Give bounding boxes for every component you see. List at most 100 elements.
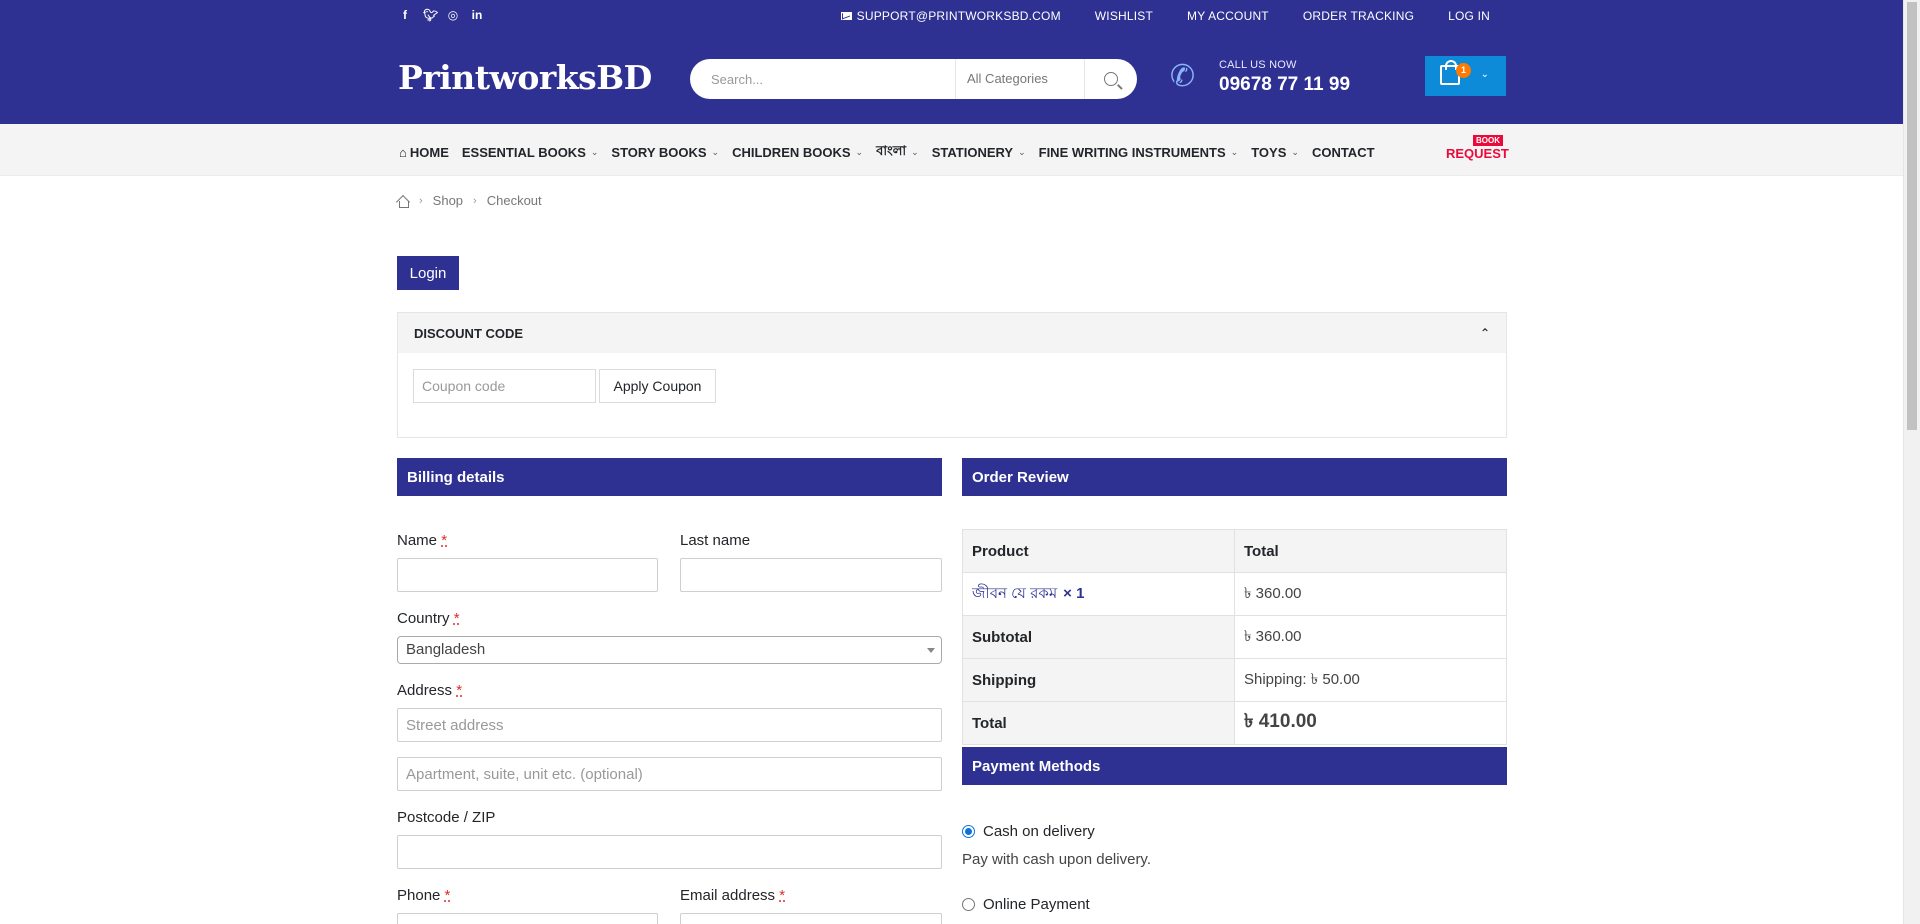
call-label: CALL US NOW (1219, 59, 1297, 71)
nav-home[interactable]: ⌂ HOME (399, 142, 449, 163)
discount-panel: DISCOUNT CODE ⌃ Apply Coupon (397, 312, 1507, 438)
name-label: Name * (397, 532, 447, 549)
nav-contact-label: CONTACT (1311, 145, 1375, 160)
chevron-up-icon[interactable]: ⌃ (1480, 326, 1490, 340)
postcode-field[interactable] (397, 835, 942, 869)
my-account-link[interactable]: MY ACCOUNT (1187, 9, 1269, 23)
scrollbar-thumb[interactable] (1907, 2, 1917, 430)
cod-radio[interactable] (962, 825, 975, 838)
last-name-label: Last name (680, 532, 751, 549)
instagram-icon[interactable]: ◎ (447, 8, 459, 22)
nav-children-books[interactable]: CHILDREN BOOKS ⌄ (732, 142, 863, 163)
address-label-text: Address (397, 682, 453, 699)
order-table: Product Total জীবন যে রকম × 1 ৳ 360.00 Su… (962, 529, 1507, 745)
street-address-field[interactable] (397, 708, 942, 742)
nav-essential-label: ESSENTIAL BOOKS (461, 145, 586, 160)
nav-home-label: HOME (409, 145, 449, 160)
subtotal-label: Subtotal (962, 615, 1235, 659)
mail-icon (840, 12, 852, 20)
name-label-text: Name (397, 532, 438, 549)
product-name[interactable]: জীবন যে রকম (972, 585, 1057, 602)
home-icon[interactable] (397, 195, 409, 208)
billing-details-header: Billing details (397, 458, 942, 496)
col-total: Total (1234, 529, 1507, 573)
chevron-down-icon: ⌄ (1291, 147, 1299, 157)
category-select[interactable]: All Categories (955, 59, 1085, 99)
table-row: Total ৳ 410.00 (962, 701, 1507, 745)
order-tracking-link[interactable]: ORDER TRACKING (1303, 9, 1414, 23)
search-bar: All Categories (690, 59, 1137, 99)
nav-essential-books[interactable]: ESSENTIAL BOOKS ⌄ (462, 142, 599, 163)
country-label-text: Country (397, 610, 450, 627)
nav-toys[interactable]: TOYS ⌄ (1251, 142, 1299, 163)
linkedin-icon[interactable]: in (471, 8, 483, 22)
table-header-row: Product Total (962, 529, 1507, 573)
phone-icon: ✆ (1170, 60, 1196, 93)
phone-label: Phone * (397, 887, 450, 904)
table-row: Subtotal ৳ 360.00 (962, 615, 1507, 659)
apartment-field[interactable] (397, 757, 942, 791)
total-value: ৳ 410.00 (1234, 701, 1507, 745)
required-star: * (444, 887, 451, 904)
coupon-input[interactable] (413, 369, 596, 403)
nav-contact[interactable]: CONTACT (1312, 142, 1375, 163)
search-button[interactable] (1085, 59, 1137, 99)
facebook-icon[interactable]: f (399, 8, 411, 22)
payment-option-cod[interactable]: Cash on delivery (962, 823, 1095, 840)
email-label: Email address * (680, 887, 785, 904)
cod-description: Pay with cash upon delivery. (962, 851, 1151, 868)
nav-children-label: CHILDREN BOOKS (732, 145, 851, 160)
phone-label-text: Phone (397, 887, 441, 904)
country-label: Country * (397, 610, 460, 627)
chevron-down-icon: ⌄ (1480, 69, 1489, 80)
search-input[interactable] (690, 60, 955, 98)
nav-bangla[interactable]: বাংলা ⌄ (876, 142, 919, 163)
phone-field[interactable] (397, 913, 658, 924)
breadcrumb-shop[interactable]: Shop (433, 193, 463, 208)
login-button[interactable]: Login (397, 256, 459, 290)
discount-title: DISCOUNT CODE (414, 325, 524, 341)
login-link[interactable]: LOG IN (1448, 9, 1490, 23)
product-qty: × 1 (1063, 584, 1085, 602)
country-value: Bangladesh (406, 641, 486, 658)
name-field[interactable] (397, 558, 658, 592)
cart-button[interactable]: 1 ⌄ (1425, 56, 1506, 96)
discount-header[interactable]: DISCOUNT CODE ⌃ (398, 313, 1506, 353)
home-icon: ⌂ (399, 145, 407, 160)
page-scrollbar[interactable] (1903, 0, 1920, 924)
email-field[interactable] (680, 913, 942, 924)
product-total: ৳ 360.00 (1234, 572, 1507, 616)
twitter-icon[interactable]: 🐦︎ (423, 8, 438, 22)
nav-stationery[interactable]: STATIONERY ⌄ (932, 142, 1026, 163)
dropdown-arrow-icon (927, 648, 935, 653)
country-select[interactable]: Bangladesh (397, 636, 942, 664)
cart-count-badge: 1 (1456, 63, 1471, 78)
chevron-down-icon: ⌄ (911, 147, 919, 157)
wishlist-link[interactable]: WISHLIST (1095, 9, 1153, 23)
support-email-text: SUPPORT@PRINTWORKSBD.COM (856, 9, 1061, 23)
chevron-down-icon: ⌄ (711, 147, 720, 157)
cod-label: Cash on delivery (983, 823, 1095, 840)
total-label: Total (962, 701, 1235, 745)
nav-writing-label: FINE WRITING INSTRUMENTS (1038, 145, 1226, 160)
required-star: * (456, 682, 463, 699)
last-name-field[interactable] (680, 558, 942, 592)
apply-coupon-button[interactable]: Apply Coupon (599, 369, 716, 403)
chevron-down-icon: ⌄ (1018, 147, 1026, 157)
site-logo[interactable]: PrintworksBD (398, 58, 652, 97)
breadcrumb-separator: › (473, 194, 477, 207)
main-nav: ⌂ HOME ESSENTIAL BOOKS ⌄ STORY BOOKS ⌄ CHIL… (0, 124, 1903, 176)
nav-story-books[interactable]: STORY BOOKS ⌄ (611, 142, 719, 163)
support-email-link[interactable]: SUPPORT@PRINTWORKSBD.COM (840, 9, 1061, 23)
payment-option-online[interactable]: Online Payment (962, 896, 1090, 913)
nav-fine-writing[interactable]: FINE WRITING INSTRUMENTS ⌄ (1039, 142, 1239, 163)
nav-stationery-label: STATIONERY (931, 145, 1014, 160)
call-us: CALL US NOW 09678 77 11 99 (1219, 59, 1350, 96)
shipping-value: Shipping: ৳ 50.00 (1234, 658, 1507, 702)
breadcrumb: › Shop › Checkout (397, 193, 542, 208)
table-row: Shipping Shipping: ৳ 50.00 (962, 658, 1507, 702)
call-number[interactable]: 09678 77 11 99 (1219, 74, 1350, 96)
col-product: Product (962, 529, 1235, 573)
online-radio[interactable] (962, 898, 975, 911)
online-label: Online Payment (983, 896, 1090, 913)
